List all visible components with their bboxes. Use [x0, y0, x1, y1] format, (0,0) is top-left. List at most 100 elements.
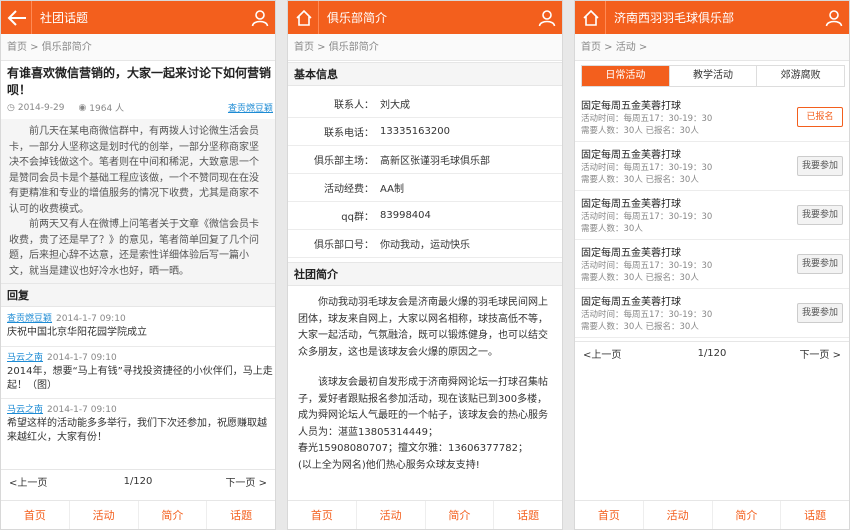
breadcrumb: 首页 > 俱乐部简介 [288, 34, 562, 61]
breadcrumb: 首页 > 活动 > [575, 34, 849, 61]
tab-intro[interactable]: 简介 [139, 501, 208, 529]
top-bar: 社团话题 [1, 1, 275, 34]
reply-time: 2014-1-7 09:10 [47, 353, 117, 363]
tab-daily-activities[interactable]: 日常活动 [582, 66, 670, 86]
next-page-link[interactable]: 下一页 > [799, 346, 841, 361]
join-button[interactable]: 我要参加 [797, 205, 843, 225]
info-slogan: 俱乐部口号： 你动我动，运动快乐 [288, 230, 562, 258]
tab-topics[interactable]: 话题 [494, 501, 562, 529]
reply-item: 马云之南 2014-1-7 09:10 2014年，想要“马上有钱”寻找投资捷径的… [7, 350, 273, 393]
divider [1, 398, 275, 399]
article-views: 1964 人 [89, 104, 125, 114]
intro-paragraph: 春光15908080707；擅文尔雅：13606377782； [298, 443, 528, 454]
activity-name[interactable]: 固定每周五金芙蓉打球 [581, 146, 681, 161]
info-value: 你动我动，运动快乐 [380, 240, 470, 251]
info-label: qq群： [341, 212, 374, 223]
intro-paragraph: (以上全为网名)他们热心服务众球友支持! [298, 459, 480, 471]
prev-page-link[interactable]: <上一页 [9, 474, 47, 489]
tab-teaching-activities[interactable]: 教学活动 [670, 66, 758, 86]
tab-activities[interactable]: 活动 [644, 501, 713, 529]
info-value: AA制 [380, 184, 404, 195]
activity-name[interactable]: 固定每周五金芙蓉打球 [581, 244, 681, 259]
intro-paragraph: 该球友会最初自发形成于济南舜网论坛一打球召集帖子，爱好者跟贴报名参加活动，现在该… [298, 377, 548, 438]
activity-people: 需要人数：30人 已报名：30人 [581, 175, 699, 185]
activity-item: 固定每周五金芙蓉打球活动时间：每周五17：30-19：30 需要人数：30人 我要参… [575, 191, 849, 240]
activity-name[interactable]: 固定每周五金芙蓉打球 [581, 195, 681, 210]
club-intro-heading: 社团简介 [288, 262, 562, 286]
info-fee: 活动经费： AA制 [288, 174, 562, 202]
bottom-tab-bar: 首页 活动 简介 话题 [575, 500, 849, 529]
reply-text: 庆祝中国北京华阳花园学院成立 [7, 327, 147, 338]
reply-text: 希望这样的活动能多多举行，我们下次还参加，祝愿赚取越来越红火，大家有份！ [7, 418, 267, 443]
screen-topic: 社团话题 首页 > 俱乐部简介 有谁喜欢微信营销的，大家一起来讨论下如何营销呗！… [0, 0, 276, 530]
screen-activities: 济南西羽羽毛球俱乐部 首页 > 活动 > 日常活动 教学活动 郊游腐败 固定每周… [574, 0, 850, 530]
info-qq: qq群： 83998404 [288, 202, 562, 230]
activity-name[interactable]: 固定每周五金芙蓉打球 [581, 293, 681, 308]
author-link[interactable]: 查贡燃豆颖 [228, 101, 273, 114]
activity-time: 活动时间：每周五17：30-19：30 [581, 212, 713, 222]
info-label: 联系电话： [324, 128, 374, 139]
prev-page-link[interactable]: <上一页 [583, 346, 621, 361]
activity-time: 活动时间：每周五17：30-19：30 [581, 310, 713, 320]
join-button[interactable]: 我要参加 [797, 254, 843, 274]
info-label: 俱乐部口号： [314, 240, 374, 251]
activity-people: 需要人数：30人 [581, 224, 643, 234]
home-button[interactable] [290, 1, 318, 34]
tab-home[interactable]: 首页 [575, 501, 644, 529]
intro-paragraph: 你动我动羽毛球友会是济南最火爆的羽毛球民间网上团体，球友来自网上，大家以网名相称… [298, 297, 548, 358]
activity-people: 需要人数：30人 已报名：30人 [581, 126, 699, 136]
tab-intro[interactable]: 简介 [426, 501, 495, 529]
article-paragraph: 前两天又有人在微博上问笔者关于文章《微信会员卡收费，贵了还是早了？》的意见，笔者… [9, 219, 259, 277]
user-icon [538, 9, 556, 26]
info-contact: 联系人： 刘大成 [288, 90, 562, 118]
info-value: 83998404 [380, 210, 431, 221]
user-button[interactable] [245, 1, 275, 34]
join-button[interactable]: 我要参加 [797, 303, 843, 323]
reply-user[interactable]: 查贡燃豆颖 [7, 314, 52, 324]
tab-intro[interactable]: 简介 [713, 501, 782, 529]
reply-user[interactable]: 马云之南 [7, 353, 43, 363]
activity-item: 固定每周五金芙蓉打球活动时间：每周五17：30-19：30 需要人数：30人 已报… [575, 142, 849, 191]
info-label: 活动经费： [324, 184, 374, 195]
activity-time: 活动时间：每周五17：30-19：30 [581, 261, 713, 271]
user-button[interactable] [819, 1, 849, 34]
reply-item: 查贡燃豆颖 2014-1-7 09:10 庆祝中国北京华阳花园学院成立 [7, 311, 273, 340]
bottom-tab-bar: 首页 活动 简介 话题 [1, 500, 275, 529]
tab-activities[interactable]: 活动 [70, 501, 139, 529]
eye-icon: ◉ [78, 102, 87, 113]
tab-topics[interactable]: 话题 [781, 501, 849, 529]
registered-button[interactable]: 已报名 [797, 107, 843, 127]
activity-people: 需要人数：30人 已报名：30人 [581, 322, 699, 332]
page-title: 社团话题 [40, 11, 89, 25]
activity-time: 活动时间：每周五17：30-19：30 [581, 114, 713, 124]
info-value: 13335163200 [380, 126, 450, 137]
activity-tabs: 日常活动 教学活动 郊游腐败 [581, 65, 845, 87]
tab-topics[interactable]: 话题 [207, 501, 275, 529]
user-icon [825, 9, 843, 26]
basic-info-heading: 基本信息 [288, 62, 562, 86]
activity-item: 固定每周五金芙蓉打球活动时间：每周五17：30-19：30 需要人数：30人 已报… [575, 240, 849, 289]
reply-heading: 回复 [1, 283, 275, 307]
user-button[interactable] [532, 1, 562, 34]
tab-home[interactable]: 首页 [288, 501, 357, 529]
clock-icon: ◷ [7, 102, 15, 113]
divider [1, 346, 275, 347]
back-button[interactable] [3, 1, 31, 34]
screen-club-intro: 俱乐部简介 首页 > 俱乐部简介 基本信息 联系人： 刘大成 联系电话： 13335… [287, 0, 563, 530]
pager: 1/120 <上一页 下一页 > [575, 341, 849, 365]
reply-time: 2014-1-7 09:10 [56, 314, 126, 324]
activity-name[interactable]: 固定每周五金芙蓉打球 [581, 97, 681, 112]
info-value: 刘大成 [380, 100, 410, 111]
join-button[interactable]: 我要参加 [797, 156, 843, 176]
article-paragraph: 前几天在某电商微信群中，有两拨人讨论微生活会员卡，一部分人坚称这是划时代的创举，… [9, 126, 259, 215]
activity-people: 需要人数：30人 已报名：30人 [581, 273, 699, 283]
home-button[interactable] [577, 1, 605, 34]
info-value: 高新区张谨羽毛球俱乐部 [380, 156, 490, 167]
tab-outing-activities[interactable]: 郊游腐败 [757, 66, 844, 86]
tab-activities[interactable]: 活动 [357, 501, 426, 529]
next-page-link[interactable]: 下一页 > [225, 474, 267, 489]
reply-user[interactable]: 马云之南 [7, 405, 43, 415]
tab-home[interactable]: 首页 [1, 501, 70, 529]
activity-time: 活动时间：每周五17：30-19：30 [581, 163, 713, 173]
